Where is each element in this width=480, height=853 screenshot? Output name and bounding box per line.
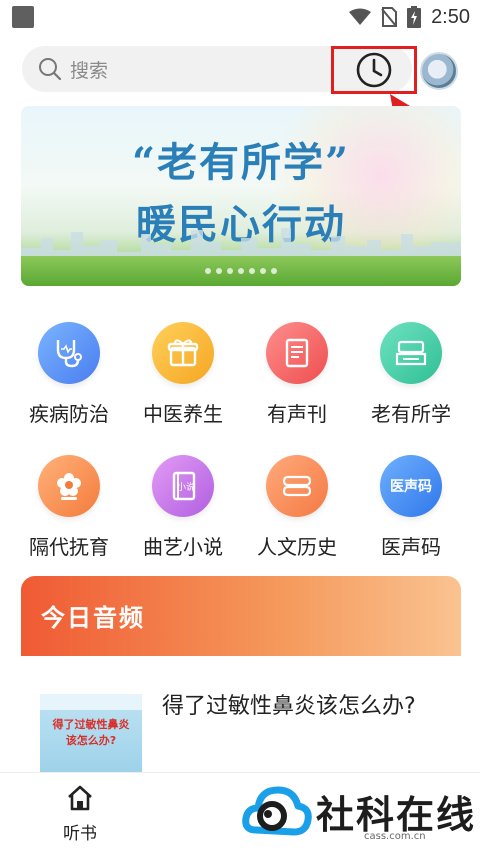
category-grandparenting[interactable]: 隔代抚育	[12, 455, 126, 560]
today-audio-title: 今日音频	[41, 604, 145, 632]
category-humanities-history[interactable]: 人文历史	[240, 455, 354, 560]
clock-icon	[356, 52, 392, 88]
search-placeholder: 搜索	[70, 59, 109, 82]
category-label: 疾病防治	[29, 402, 109, 426]
history-button[interactable]	[331, 46, 417, 94]
nav-listen[interactable]: 听书	[40, 783, 120, 844]
cloud-eye-logo-icon	[242, 786, 312, 836]
watermark-logo: 社科在线 cass.com.cn	[234, 774, 480, 853]
pager-dot[interactable]	[249, 268, 255, 274]
magazine-icon	[266, 322, 328, 384]
search-row: 搜索	[22, 46, 462, 94]
home-icon	[68, 785, 92, 811]
thumbnail-text-line1: 得了过敏性鼻炎	[52, 718, 130, 731]
pager-dot[interactable]	[271, 268, 277, 274]
no-sim-icon	[381, 7, 398, 27]
category-disease-prevention[interactable]: 疾病防治	[12, 322, 126, 427]
svg-text:医声码: 医声码	[390, 478, 432, 495]
search-icon	[39, 58, 62, 81]
wifi-icon	[349, 8, 372, 25]
category-label: 人文历史	[257, 535, 337, 559]
promo-banner[interactable]: “老有所学” 暖民心行动	[21, 106, 461, 286]
scroll-icon	[266, 455, 328, 517]
category-audio-magazine[interactable]: 有声刊	[240, 322, 354, 427]
watermark-url: cass.com.cn	[364, 831, 426, 842]
category-label: 有声刊	[267, 402, 327, 426]
category-label: 老有所学	[371, 402, 451, 426]
pager-dot[interactable]	[260, 268, 266, 274]
pager-dot[interactable]	[216, 268, 222, 274]
status-time: 2:50	[431, 5, 470, 28]
user-avatar[interactable]	[420, 52, 458, 90]
stethoscope-icon	[38, 322, 100, 384]
flower-icon	[38, 455, 100, 517]
pager-dot[interactable]	[227, 268, 233, 274]
category-medical-voice-code[interactable]: 医声码 医声码	[354, 455, 468, 560]
thumbnail-header	[40, 694, 142, 710]
category-opera-novels[interactable]: 小说 曲艺小说	[126, 455, 240, 560]
status-bar: 2:50	[0, 0, 480, 34]
novel-book-icon: 小说	[152, 455, 214, 517]
battery-charging-icon	[407, 6, 422, 28]
category-label: 曲艺小说	[143, 535, 223, 559]
today-audio-header[interactable]: 今日音频	[21, 576, 461, 656]
app-notification-icon	[12, 6, 34, 28]
gift-box-icon	[152, 322, 214, 384]
category-tcm-wellness[interactable]: 中医养生	[126, 322, 240, 427]
pager-dot[interactable]	[205, 268, 211, 274]
status-indicators: 2:50	[349, 6, 470, 29]
banner-pager[interactable]	[21, 268, 461, 274]
category-grid: 疾病防治 中医养生 有声刊 老有所学 隔代抚育 小说 曲艺小说 人文历史 医声码…	[12, 322, 468, 560]
category-label: 隔代抚育	[29, 535, 109, 559]
pager-dot[interactable]	[238, 268, 244, 274]
medical-code-icon: 医声码	[380, 455, 442, 517]
category-lifelong-learning[interactable]: 老有所学	[354, 322, 468, 427]
audio-list-item[interactable]: 得了过敏性鼻炎 该怎么办? 得了过敏性鼻炎该怎么办?	[40, 692, 460, 782]
category-label: 中医养生	[143, 402, 223, 426]
nav-listen-label: 听书	[63, 824, 97, 844]
thumbnail-text-line2: 该怎么办?	[65, 734, 117, 747]
glasses-book-icon	[380, 322, 442, 384]
article-title: 得了过敏性鼻炎该怎么办?	[162, 694, 416, 719]
city-skyline-image	[21, 228, 461, 260]
article-thumbnail: 得了过敏性鼻炎 该怎么办?	[40, 694, 142, 774]
svg-text:小说: 小说	[177, 481, 195, 493]
banner-title-line1: “老有所学”	[131, 139, 350, 186]
category-label: 医声码	[381, 535, 441, 559]
